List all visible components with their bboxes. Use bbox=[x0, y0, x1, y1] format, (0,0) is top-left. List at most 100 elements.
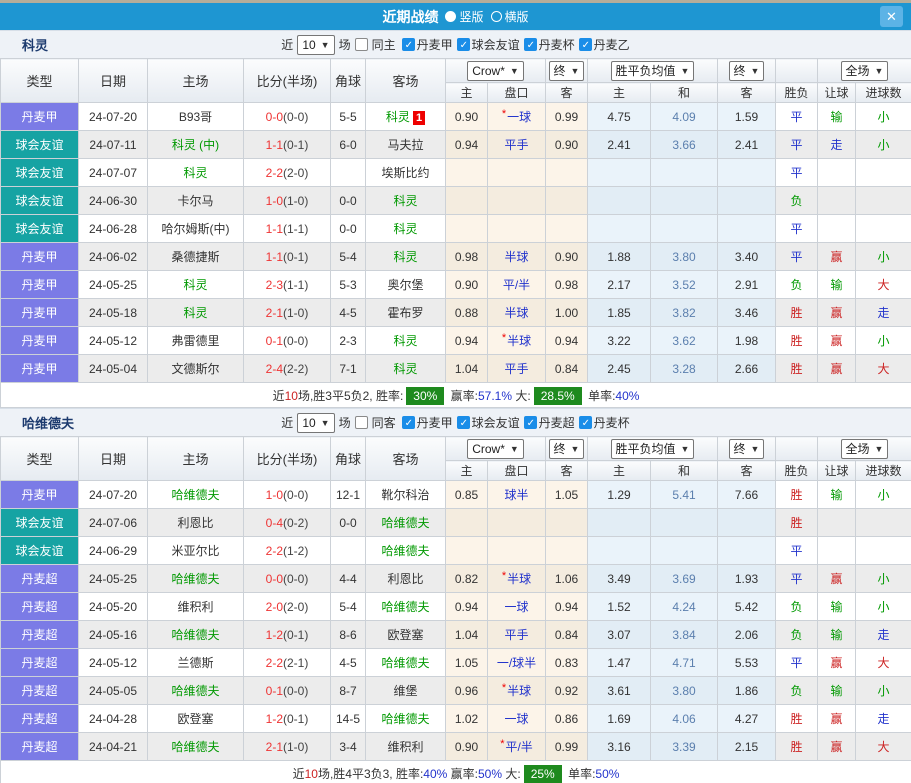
corner-cell: 2-3 bbox=[331, 327, 366, 355]
league-checkbox-0[interactable] bbox=[402, 38, 415, 51]
league-cell: 丹麦甲 bbox=[1, 327, 79, 355]
home-team-cell: 维积利 bbox=[148, 593, 244, 621]
odds-away-cell: 0.84 bbox=[546, 355, 588, 383]
corner-cell: 3-4 bbox=[331, 733, 366, 761]
avg-draw-cell: 5.41 bbox=[651, 481, 718, 509]
final-select-1[interactable]: 终▼ bbox=[549, 61, 585, 81]
final-select-2[interactable]: 终▼ bbox=[729, 439, 765, 459]
radio-vertical-layout[interactable]: 竖版 bbox=[445, 8, 483, 25]
games-suffix-label: 场 bbox=[339, 36, 351, 53]
avg-type-select[interactable]: 胜平负均值▼ bbox=[611, 61, 695, 81]
same-side-checkbox[interactable] bbox=[355, 416, 368, 429]
chevron-down-icon: ▼ bbox=[875, 66, 884, 76]
scope-select[interactable]: 全场▼ bbox=[841, 439, 889, 459]
league-checkbox-1[interactable] bbox=[457, 416, 470, 429]
table-row: 球会友谊24-06-30卡尔马1-0(1-0)0-0科灵负 bbox=[1, 187, 911, 215]
league-checkbox-1[interactable] bbox=[457, 38, 470, 51]
league-label: 球会友谊 bbox=[472, 36, 520, 53]
odds-away-cell: 0.94 bbox=[546, 593, 588, 621]
league-checkbox-2[interactable] bbox=[524, 38, 537, 51]
big-label: 大: bbox=[502, 767, 521, 781]
league-cell: 球会友谊 bbox=[1, 187, 79, 215]
result-cell: 胜 bbox=[776, 705, 818, 733]
date-cell: 24-05-16 bbox=[79, 621, 148, 649]
avg-home-cell: 1.29 bbox=[588, 481, 651, 509]
avg-away-cell: 1.98 bbox=[718, 327, 776, 355]
close-button[interactable]: ✕ bbox=[880, 6, 903, 27]
league-filter-group: 丹麦甲球会友谊丹麦超丹麦杯 bbox=[400, 414, 630, 431]
avg-away-cell: 2.66 bbox=[718, 355, 776, 383]
window-title: 近期战绩 bbox=[382, 7, 438, 27]
handicap-result-cell: 赢 bbox=[818, 565, 856, 593]
corner-cell: 5-3 bbox=[331, 271, 366, 299]
home-team-cell: 哈维德夫 bbox=[148, 621, 244, 649]
table-row: 球会友谊24-07-06利恩比0-4(0-2)0-0哈维德夫胜 bbox=[1, 509, 911, 537]
handicap-cell bbox=[488, 537, 546, 565]
games-count-select[interactable]: 10▼ bbox=[297, 413, 334, 433]
avg-draw-cell bbox=[651, 509, 718, 537]
handicap-cell: *半球 bbox=[488, 327, 546, 355]
avg-away-cell: 2.41 bbox=[718, 131, 776, 159]
odds-away-cell: 0.90 bbox=[546, 243, 588, 271]
titlebar: 近期战绩 竖版 横版 ✕ bbox=[0, 3, 911, 30]
date-cell: 24-05-12 bbox=[79, 327, 148, 355]
league-checkbox-3[interactable] bbox=[579, 38, 592, 51]
handicap-result-cell: 赢 bbox=[818, 649, 856, 677]
odds-home-cell: 1.04 bbox=[446, 621, 488, 649]
avg-draw-cell: 3.62 bbox=[651, 327, 718, 355]
away-team-cell: 霍布罗 bbox=[366, 299, 446, 327]
single-label: 单率: bbox=[565, 767, 596, 781]
goals-cell: 大 bbox=[856, 271, 911, 299]
handicap-result-cell: 赢 bbox=[818, 327, 856, 355]
games-suffix-label: 场 bbox=[339, 414, 351, 431]
odds-source-select[interactable]: Crow*▼ bbox=[467, 439, 524, 459]
near-label: 近 bbox=[281, 414, 293, 431]
final-select-1[interactable]: 终▼ bbox=[549, 439, 585, 459]
radio-unselected-icon bbox=[491, 11, 502, 22]
scope-header: 全场▼ bbox=[818, 437, 911, 461]
odds-away-cell: 0.90 bbox=[546, 131, 588, 159]
odds-source-select[interactable]: Crow*▼ bbox=[467, 61, 524, 81]
scope-select[interactable]: 全场▼ bbox=[841, 61, 889, 81]
win-odds-value: 57.1% bbox=[478, 389, 512, 403]
rows-body: 丹麦甲24-07-20B93哥0-0(0-0)5-5科灵10.90*一球0.99… bbox=[1, 103, 911, 383]
avg-home-cell: 2.45 bbox=[588, 355, 651, 383]
league-checkbox-0[interactable] bbox=[402, 416, 415, 429]
league-checkbox-2[interactable] bbox=[524, 416, 537, 429]
league-cell: 球会友谊 bbox=[1, 159, 79, 187]
avg-home-cell: 1.69 bbox=[588, 705, 651, 733]
home-team-cell: 利恩比 bbox=[148, 509, 244, 537]
score-cell: 0-1(0-0) bbox=[244, 327, 331, 355]
handicap-cell: 平手 bbox=[488, 621, 546, 649]
league-filter-group: 丹麦甲球会友谊丹麦杯丹麦乙 bbox=[400, 36, 630, 53]
avg-home-cell: 2.41 bbox=[588, 131, 651, 159]
avg-type-select[interactable]: 胜平负均值▼ bbox=[611, 439, 695, 459]
away-team-cell: 靴尔科治 bbox=[366, 481, 446, 509]
result-cell: 平 bbox=[776, 649, 818, 677]
date-cell: 24-04-21 bbox=[79, 733, 148, 761]
radio-horizontal-layout[interactable]: 横版 bbox=[491, 8, 529, 25]
home-team-cell: 科灵 bbox=[148, 159, 244, 187]
avg-home-cell: 1.52 bbox=[588, 593, 651, 621]
table-row: 丹麦超24-04-28欧登塞1-2(0-1)14-5哈维德夫1.02一球0.86… bbox=[1, 705, 911, 733]
avg-draw-cell: 3.80 bbox=[651, 677, 718, 705]
home-team-cell: B93哥 bbox=[148, 103, 244, 131]
summary-row: 近10场,胜3平5负2, 胜率:30% 赢率:57.1% 大:28.5% 单率:… bbox=[1, 383, 911, 408]
odds-home-cell: 0.88 bbox=[446, 299, 488, 327]
result-cell: 胜 bbox=[776, 355, 818, 383]
table-row: 丹麦超24-05-12兰德斯2-2(2-1)4-5哈维德夫1.05一/球半0.8… bbox=[1, 649, 911, 677]
result-cell: 负 bbox=[776, 593, 818, 621]
score-cell: 1-1(0-1) bbox=[244, 243, 331, 271]
games-count-select[interactable]: 10▼ bbox=[297, 35, 334, 55]
final-select-2[interactable]: 终▼ bbox=[729, 61, 765, 81]
date-cell: 24-05-20 bbox=[79, 593, 148, 621]
table-row: 丹麦超24-05-20维积利2-0(2-0)5-4哈维德夫0.94一球0.941… bbox=[1, 593, 911, 621]
goals-cell: 大 bbox=[856, 733, 911, 761]
league-checkbox-3[interactable] bbox=[579, 416, 592, 429]
avg-draw-cell: 3.84 bbox=[651, 621, 718, 649]
subcol-result: 胜负 bbox=[776, 461, 818, 481]
same-side-checkbox[interactable] bbox=[355, 38, 368, 51]
odds-away-cell: 0.86 bbox=[546, 705, 588, 733]
goals-cell: 走 bbox=[856, 621, 911, 649]
big-label: 大: bbox=[512, 389, 531, 403]
